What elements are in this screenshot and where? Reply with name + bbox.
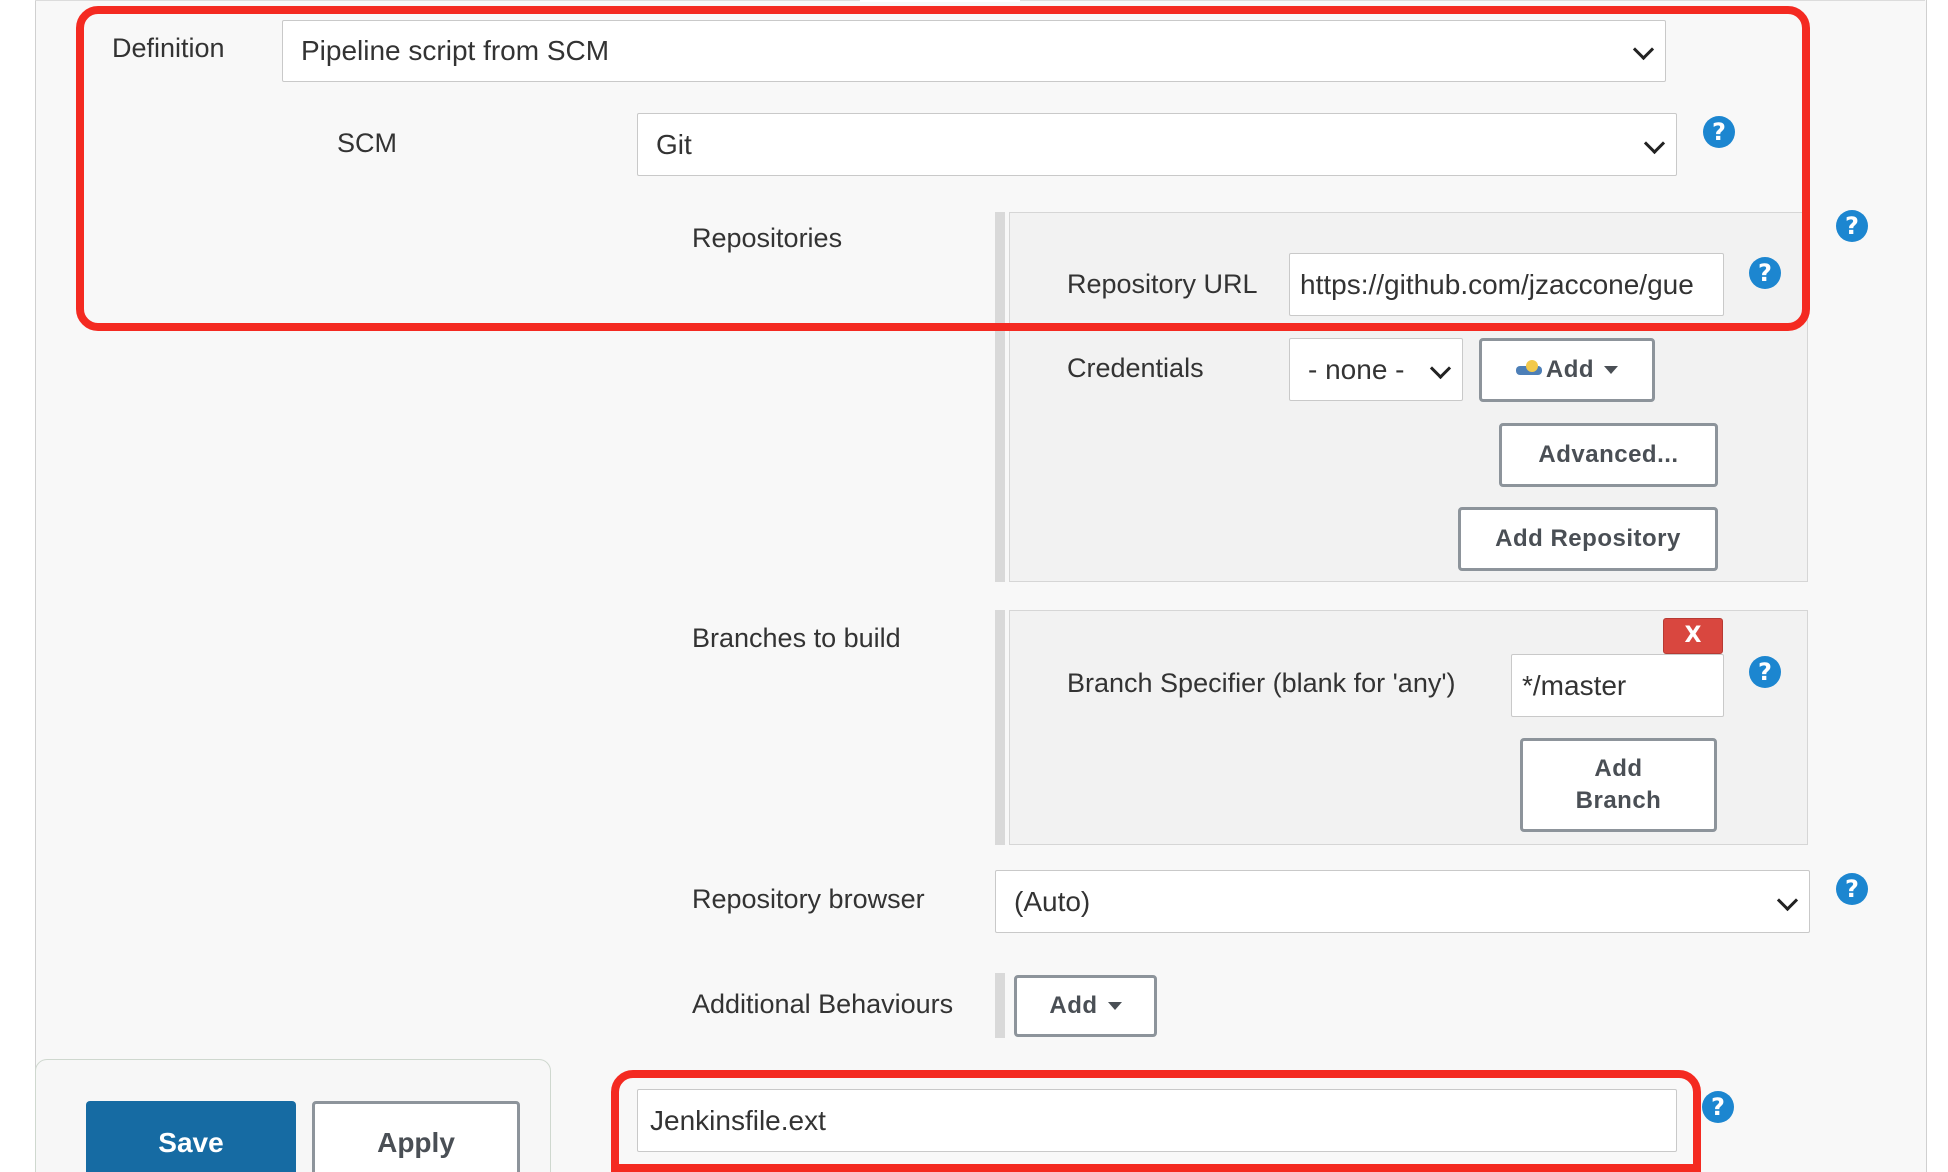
credentials-selected-value: - none - [1308, 353, 1405, 385]
repositories-help-icon[interactable]: ? [1836, 210, 1868, 242]
jenkins-pipeline-config: Definition Pipeline script from SCM SCM … [0, 0, 1948, 1172]
branch-specifier-value: */master [1522, 669, 1627, 701]
add-repository-label: Add Repository [1495, 525, 1681, 552]
repository-browser-help-icon[interactable]: ? [1836, 873, 1868, 905]
delete-branch-button[interactable]: X [1663, 618, 1723, 654]
add-behaviour-label: Add [1049, 992, 1098, 1019]
scm-selected-value: Git [656, 128, 692, 160]
save-button[interactable]: Save [86, 1101, 296, 1172]
repository-url-label: Repository URL [1067, 269, 1258, 299]
scm-label: SCM [337, 128, 397, 158]
add-repository-button[interactable]: Add Repository [1458, 507, 1718, 571]
branch-specifier-label: Branch Specifier (blank for 'any') [1067, 668, 1456, 698]
scm-select[interactable]: Git [637, 113, 1677, 176]
scm-help-icon[interactable]: ? [1703, 116, 1735, 148]
add-branch-button[interactable]: Add Branch [1520, 738, 1717, 832]
repository-url-help-icon[interactable]: ? [1749, 257, 1781, 289]
advanced-button[interactable]: Advanced... [1499, 423, 1718, 487]
chevron-down-icon [1632, 38, 1655, 61]
apply-button[interactable]: Apply [312, 1101, 520, 1172]
add-branch-label-line1: Add [1594, 755, 1643, 782]
advanced-label: Advanced... [1538, 441, 1679, 468]
branches-label: Branches to build [692, 623, 901, 653]
credentials-label: Credentials [1067, 353, 1204, 383]
repositories-label: Repositories [692, 223, 843, 253]
chevron-down-icon [1776, 889, 1799, 911]
add-credentials-button[interactable]: Add [1479, 338, 1655, 402]
repository-browser-selected-value: (Auto) [1014, 885, 1091, 917]
credentials-select[interactable]: - none - [1289, 338, 1463, 401]
add-credentials-label: Add [1545, 356, 1595, 383]
definition-label: Definition [112, 33, 225, 63]
panel-top-tab-gap [860, 0, 1020, 2]
chevron-down-icon [1429, 357, 1452, 379]
repository-browser-label: Repository browser [692, 884, 925, 914]
script-path-help-icon[interactable]: ? [1702, 1091, 1734, 1123]
branch-specifier-input[interactable]: */master [1511, 654, 1724, 717]
additional-behaviours-label: Additional Behaviours [692, 989, 954, 1019]
caret-down-icon [1604, 366, 1619, 374]
chevron-down-icon [1643, 132, 1666, 154]
add-branch-label-line2: Branch [1575, 787, 1662, 814]
script-path-value: Jenkinsfile.ext [650, 1104, 826, 1136]
repository-url-input[interactable]: https://github.com/jzaccone/gue [1289, 253, 1724, 316]
repository-browser-select[interactable]: (Auto) [995, 870, 1810, 933]
add-behaviour-button[interactable]: Add [1014, 975, 1157, 1037]
branch-specifier-help-icon[interactable]: ? [1749, 656, 1781, 688]
definition-selected-value: Pipeline script from SCM [301, 35, 610, 66]
additional-behaviours-section-bar [995, 973, 1005, 1038]
definition-select[interactable]: Pipeline script from SCM [282, 20, 1666, 82]
branches-section-bar [995, 610, 1005, 845]
repositories-section-bar [995, 212, 1005, 582]
key-icon [1515, 360, 1544, 380]
repository-url-value: https://github.com/jzaccone/gue [1300, 268, 1694, 300]
caret-down-icon [1107, 1002, 1122, 1010]
script-path-input[interactable]: Jenkinsfile.ext [637, 1089, 1677, 1152]
